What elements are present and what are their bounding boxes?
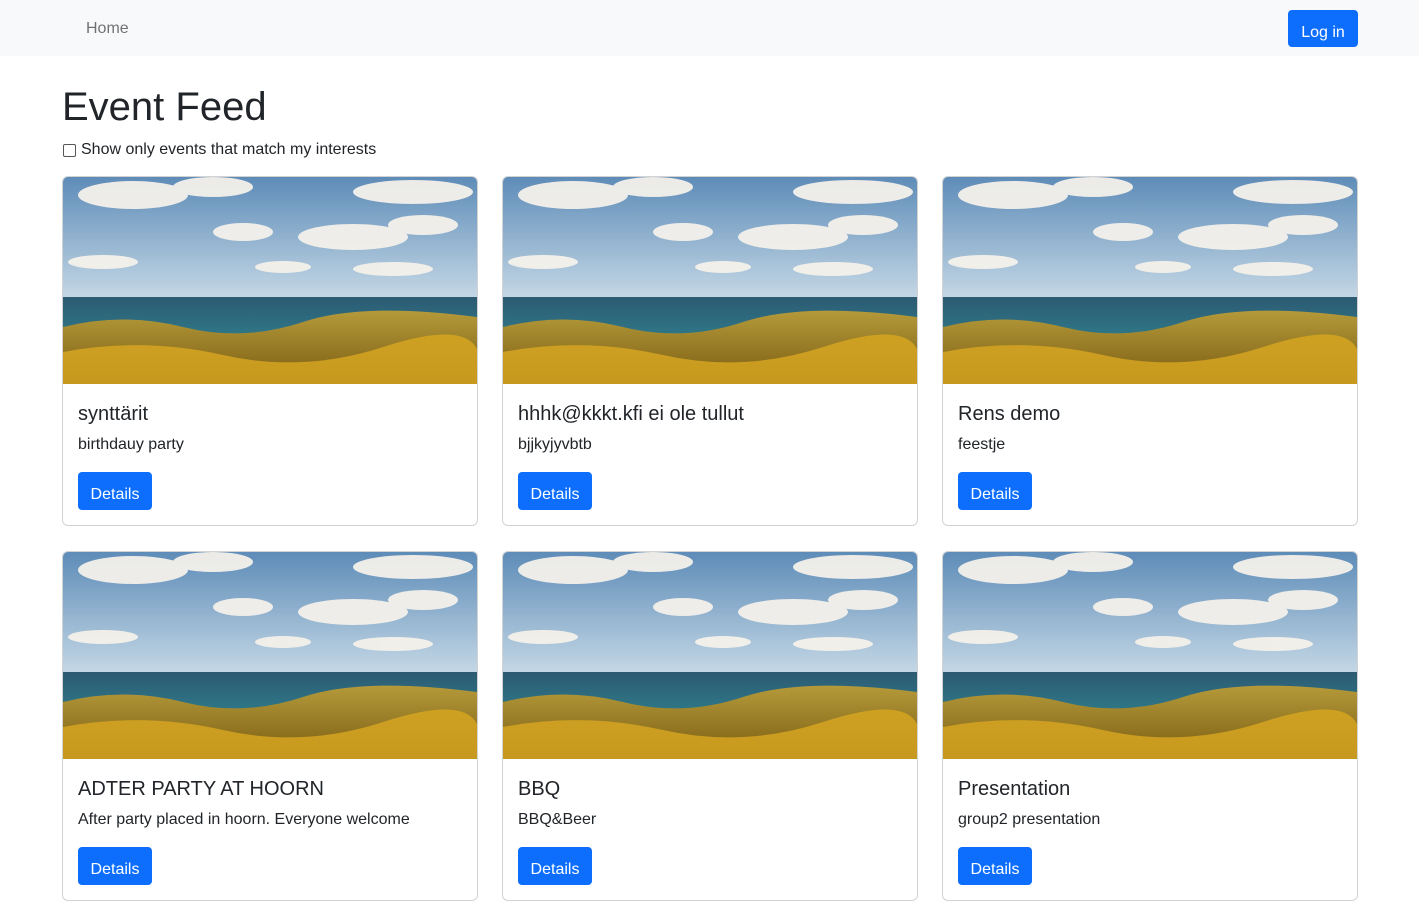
event-title: Presentation — [958, 778, 1071, 800]
event-image — [63, 552, 477, 759]
navbar: Home Log in — [0, 0, 1419, 56]
nav-home-link[interactable]: Home — [86, 19, 129, 39]
details-button[interactable]: Details — [958, 847, 1032, 885]
event-image — [503, 177, 917, 384]
details-button[interactable]: Details — [958, 472, 1032, 510]
event-image — [63, 177, 477, 384]
event-description: group2 presentation — [958, 811, 1101, 828]
event-card: synttärit birthdauy party Details — [62, 176, 478, 526]
event-card: ADTER PARTY AT HOORN After party placed … — [62, 551, 478, 901]
interest-filter-label: Show only events that match my interests — [81, 141, 377, 158]
event-description: birthdauy party — [78, 436, 184, 453]
interest-filter-checkbox[interactable] — [63, 143, 76, 157]
event-title: ADTER PARTY AT HOORN — [78, 778, 324, 800]
event-card: BBQ BBQ&Beer Details — [502, 551, 918, 901]
event-description: After party placed in hoorn. Everyone we… — [78, 811, 410, 828]
event-description: BBQ&Beer — [518, 811, 597, 828]
details-button[interactable]: Details — [78, 847, 152, 885]
interest-filter[interactable]: Show only events that match my interests — [62, 140, 376, 160]
page-title: Event Feed — [62, 85, 267, 129]
event-card: Rens demo feestje Details — [942, 176, 1358, 526]
event-image — [943, 552, 1357, 759]
event-image — [943, 177, 1357, 384]
details-button[interactable]: Details — [518, 847, 592, 885]
event-title: BBQ — [518, 778, 561, 800]
event-description: feestje — [958, 436, 1006, 453]
details-button[interactable]: Details — [78, 472, 152, 510]
event-card: hhhk@kkkt.kfi ei ole tullut bjjkyjyvbtb … — [502, 176, 918, 526]
login-button[interactable]: Log in — [1288, 10, 1358, 47]
event-title: synttärit — [78, 403, 149, 425]
event-title: hhhk@kkkt.kfi ei ole tullut — [518, 403, 744, 425]
details-button[interactable]: Details — [518, 472, 592, 510]
event-description: bjjkyjyvbtb — [518, 436, 592, 453]
event-title: Rens demo — [958, 403, 1061, 425]
event-card: Presentation group2 presentation Details — [942, 551, 1358, 901]
event-image — [503, 552, 917, 759]
